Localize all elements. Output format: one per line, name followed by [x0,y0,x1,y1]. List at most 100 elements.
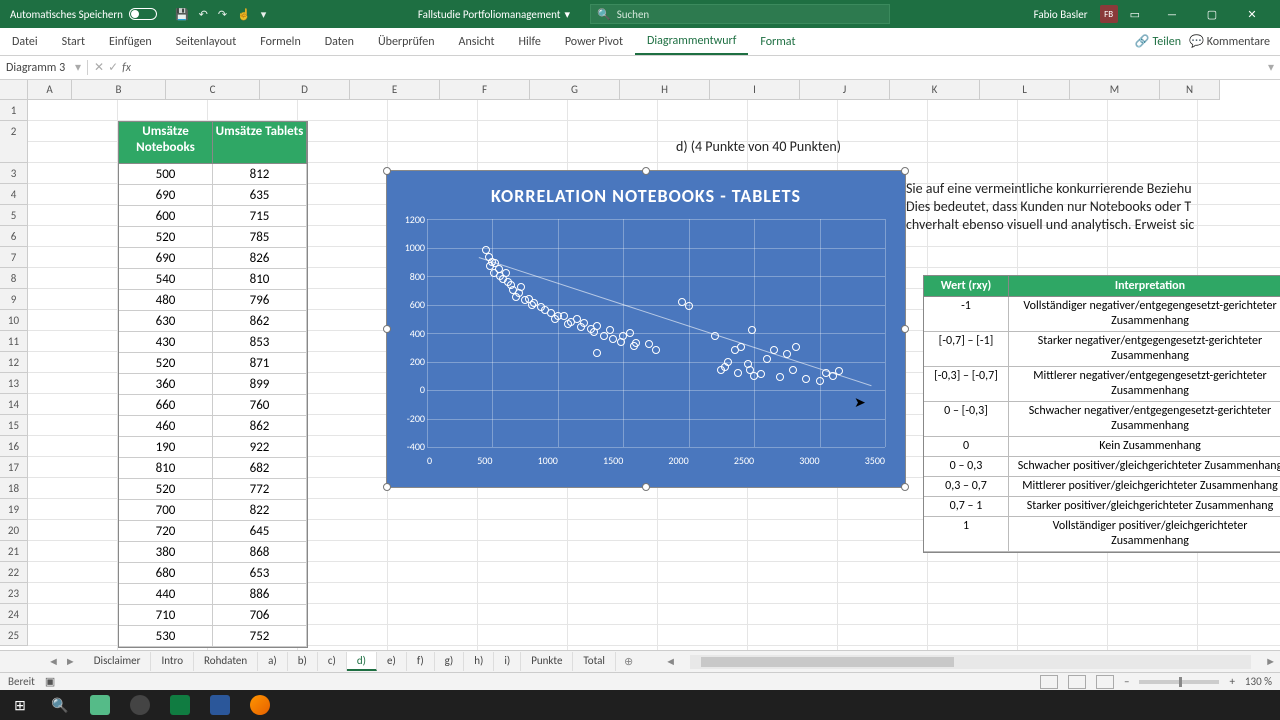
data-point[interactable] [590,328,598,336]
table-row[interactable]: 720645 [119,521,307,542]
cell[interactable]: 868 [213,542,307,563]
autosave-toggle[interactable]: Automatisches Speichern [0,8,167,21]
data-point[interactable] [593,349,601,357]
cell[interactable]: 430 [119,332,213,353]
sheet-tab[interactable]: i) [494,652,521,671]
cell[interactable]: 600 [119,206,213,227]
data-point[interactable] [537,303,545,311]
horizontal-scrollbar[interactable] [690,655,1251,669]
zoom-out-button[interactable]: – [1124,675,1129,688]
sheet-tab[interactable]: h) [464,652,494,671]
table-row[interactable]: 540810 [119,269,307,290]
row-header[interactable]: 15 [0,415,28,436]
column-header[interactable]: D [260,80,350,100]
ribbon-tab-start[interactable]: Start [50,28,97,55]
cell[interactable]: 540 [119,269,213,290]
table-row[interactable]: 530752 [119,626,307,647]
row-header[interactable]: 1 [0,100,28,121]
word-taskbar-icon[interactable] [200,690,240,720]
data-point[interactable] [724,358,732,366]
cell[interactable]: 440 [119,584,213,605]
minimize-button[interactable]: — [1152,0,1192,28]
sheet-tab[interactable]: b) [288,652,318,671]
sheet-tab[interactable]: f) [407,652,435,671]
cell[interactable]: 886 [213,584,307,605]
row-header[interactable]: 23 [0,583,28,604]
table-row[interactable]: 630862 [119,311,307,332]
cell[interactable]: 690 [119,248,213,269]
cancel-icon[interactable]: ✕ [94,60,104,75]
table-row[interactable]: 810682 [119,458,307,479]
cell[interactable]: 710 [119,605,213,626]
sheet-tab[interactable]: Rohdaten [194,652,258,671]
cell[interactable]: 530 [119,626,213,647]
sheet-tab[interactable]: a) [258,652,288,671]
data-point[interactable] [626,329,634,337]
sheet-nav-next-icon[interactable]: ► [65,655,76,668]
save-icon[interactable]: 💾 [175,8,189,21]
data-point[interactable] [757,370,765,378]
select-all-corner[interactable] [0,80,28,100]
row-header[interactable]: 8 [0,268,28,289]
cell[interactable]: 760 [213,395,307,416]
data-point[interactable] [789,366,797,374]
cell[interactable]: 480 [119,290,213,311]
column-header[interactable]: L [980,80,1070,100]
table-row[interactable]: 690826 [119,248,307,269]
data-point[interactable] [609,335,617,343]
data-point[interactable] [734,369,742,377]
column-header[interactable]: M [1070,80,1160,100]
column-header[interactable]: G [530,80,620,100]
name-box[interactable]: Diagramm 3▾ [0,60,88,75]
cell[interactable]: 922 [213,437,307,458]
worksheet-area[interactable]: ABCDEFGHIJKLMN 1234567891011121314151617… [0,80,1280,650]
data-point[interactable] [617,338,625,346]
search-taskbar-icon[interactable]: 🔍 [40,690,80,720]
row-header[interactable]: 7 [0,247,28,268]
table-row[interactable]: 520871 [119,353,307,374]
data-point[interactable] [512,293,520,301]
column-header[interactable]: B [72,80,166,100]
normal-view-button[interactable] [1040,675,1058,689]
cell[interactable]: 700 [119,500,213,521]
column-header[interactable]: J [800,80,890,100]
ribbon-tab-überprüfen[interactable]: Überprüfen [366,28,447,55]
user-avatar[interactable]: FB [1100,5,1118,23]
column-header[interactable]: C [166,80,260,100]
page-break-button[interactable] [1096,675,1114,689]
table-row[interactable]: 380868 [119,542,307,563]
cell[interactable]: 653 [213,563,307,584]
row-header[interactable]: 3 [0,163,28,184]
sheet-tab[interactable]: d) [347,652,377,671]
ribbon-tab-formeln[interactable]: Formeln [248,28,312,55]
row-header[interactable]: 21 [0,541,28,562]
cell[interactable]: 871 [213,353,307,374]
touch-icon[interactable]: ☝ [237,8,251,21]
cell[interactable]: 810 [213,269,307,290]
cell[interactable]: 682 [213,458,307,479]
data-point[interactable] [802,375,810,383]
cell[interactable]: 862 [213,311,307,332]
ribbon-tab-einfügen[interactable]: Einfügen [97,28,164,55]
data-point[interactable] [792,343,800,351]
cell[interactable]: 715 [213,206,307,227]
cell[interactable]: 785 [213,227,307,248]
table-row[interactable]: 460862 [119,416,307,437]
cell[interactable]: 460 [119,416,213,437]
row-header[interactable]: 24 [0,604,28,625]
table-row[interactable]: 500812 [119,164,307,185]
zoom-level[interactable]: 130 % [1245,675,1272,688]
column-header[interactable]: I [710,80,800,100]
column-header[interactable]: K [890,80,980,100]
qat-dropdown-icon[interactable]: ▾ [261,8,267,21]
ribbon-tab-datei[interactable]: Datei [0,28,50,55]
cell[interactable]: 862 [213,416,307,437]
row-header[interactable]: 4 [0,184,28,205]
row-header[interactable]: 12 [0,352,28,373]
row-header[interactable]: 22 [0,562,28,583]
row-header[interactable]: 25 [0,625,28,646]
table-row[interactable]: 520785 [119,227,307,248]
column-header[interactable]: E [350,80,440,100]
table-row[interactable]: 430853 [119,332,307,353]
cell[interactable]: 680 [119,563,213,584]
